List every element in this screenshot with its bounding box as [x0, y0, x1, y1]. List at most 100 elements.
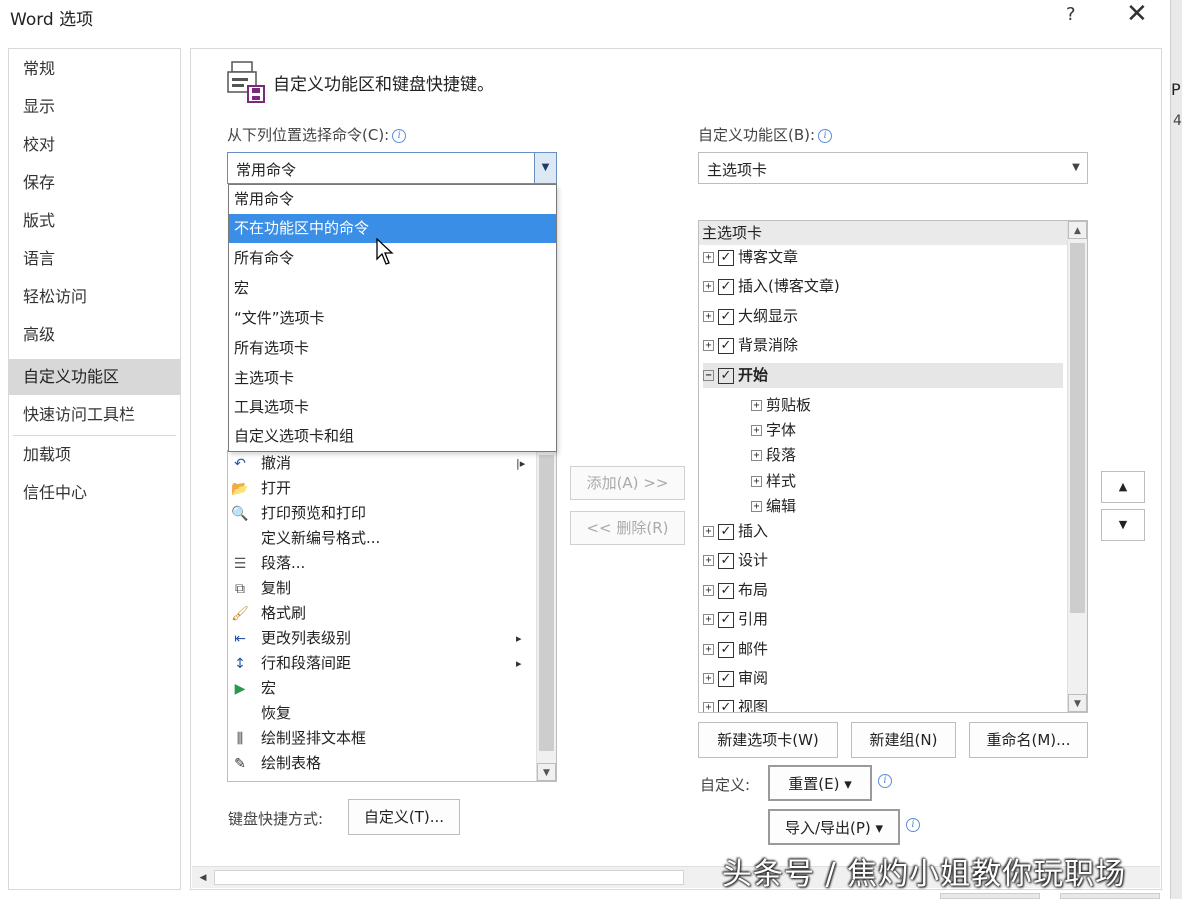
list-item[interactable]: 🖌 格式刷 [228, 601, 538, 626]
expand-icon[interactable]: + [703, 673, 714, 684]
tree-node-selected[interactable]: − ✓ 开始 [703, 363, 1063, 388]
nav-item-accessibility[interactable]: 轻松访问 [9, 279, 180, 315]
nav-item-proofing[interactable]: 校对 [9, 127, 180, 163]
expand-icon[interactable]: + [751, 476, 762, 487]
expand-icon[interactable]: + [703, 252, 714, 263]
tree-node[interactable]: + 编辑 [751, 494, 1051, 519]
reset-button[interactable]: 重置(E) ▾ [768, 765, 872, 801]
dropdown-option[interactable]: “文件”选项卡 [229, 304, 556, 333]
tree-node[interactable]: + ✓ 博客文章 [703, 245, 1067, 270]
nav-item-customize-ribbon[interactable]: 自定义功能区 [9, 359, 180, 395]
tree-node[interactable]: + ✓ 插入 [703, 519, 1067, 544]
scroll-left-button[interactable]: ◀ [194, 869, 212, 887]
tree-node[interactable]: + ✓ 审阅 [703, 666, 1067, 691]
nav-item-language[interactable]: 语言 [9, 241, 180, 277]
list-item[interactable]: ↕ 行和段落间距 ▸ [228, 651, 538, 676]
list-item[interactable]: 🔍 打印预览和打印 [228, 501, 538, 526]
expand-icon[interactable]: + [751, 400, 762, 411]
expand-icon[interactable]: + [703, 585, 714, 596]
cancel-button-edge[interactable] [1060, 893, 1160, 899]
collapse-icon[interactable]: − [703, 370, 714, 381]
expand-icon[interactable]: + [751, 450, 762, 461]
dropdown-option[interactable]: 常用命令 [229, 185, 556, 214]
nav-item-save[interactable]: 保存 [9, 165, 180, 201]
checkbox-checked-icon[interactable]: ✓ [718, 611, 734, 628]
tree-node[interactable]: + ✓ 邮件 [703, 637, 1067, 662]
expand-icon[interactable]: + [751, 425, 762, 436]
ribbon-tabs-tree[interactable]: 主选项卡 + ✓ 博客文章 + ✓ 插入(博客文章) + ✓ 大纲显示 + ✓ 背景消除 − ✓ 开… [698, 220, 1088, 713]
tree-node[interactable]: + ✓ 背景消除 [703, 333, 1067, 358]
expand-icon[interactable]: + [703, 340, 714, 351]
list-item[interactable]: ✎ 绘制表格 [228, 751, 538, 776]
checkbox-checked-icon[interactable]: ✓ [718, 582, 734, 599]
nav-item-quick-access-toolbar[interactable]: 快速访问工具栏 [9, 397, 180, 433]
list-item[interactable]: ▶ 宏 [228, 676, 538, 701]
commands-list[interactable]: ↶ 撤消 |▸ 📂 打开 🔍 打印预览和打印 定义新编号格式... ☰ 段落..… [227, 450, 557, 782]
expand-icon[interactable]: + [703, 614, 714, 625]
dropdown-option[interactable]: 所有选项卡 [229, 334, 556, 363]
new-tab-button[interactable]: 新建选项卡(W) [698, 722, 838, 758]
dropdown-option[interactable]: 自定义选项卡和组 [229, 422, 556, 451]
close-button[interactable]: ✕ [1126, 0, 1148, 28]
expand-icon[interactable]: + [703, 644, 714, 655]
list-item[interactable]: ☰ 段落... [228, 551, 538, 576]
checkbox-checked-icon[interactable]: ✓ [718, 337, 734, 354]
checkbox-checked-icon[interactable]: ✓ [718, 670, 734, 687]
ok-button-edge[interactable] [940, 893, 1040, 899]
nav-item-display[interactable]: 显示 [9, 89, 180, 125]
nav-item-advanced[interactable]: 高级 [9, 317, 180, 353]
tree-node[interactable]: + 字体 [751, 418, 1051, 443]
checkbox-checked-icon[interactable]: ✓ [718, 308, 734, 325]
add-button[interactable]: 添加(A) >> [570, 466, 685, 500]
new-group-button[interactable]: 新建组(N) [851, 722, 956, 758]
tree-node[interactable]: + ✓ 插入(博客文章) [703, 274, 1067, 299]
expand-icon[interactable]: + [703, 526, 714, 537]
list-item[interactable]: 定义新编号格式... [228, 526, 538, 551]
expand-icon[interactable]: + [703, 281, 714, 292]
tree-scrollbar[interactable]: ▲ ▼ [1067, 221, 1087, 712]
commands-scrollbar[interactable]: ▼ [536, 451, 556, 781]
tree-node[interactable]: + ✓ 布局 [703, 578, 1067, 603]
scroll-thumb[interactable] [539, 455, 554, 751]
scroll-up-button[interactable]: ▲ [1068, 221, 1087, 239]
scroll-thumb[interactable] [214, 870, 684, 885]
list-item[interactable]: ⫼ 绘制竖排文本框 [228, 726, 538, 751]
expand-icon[interactable]: + [751, 501, 762, 512]
choose-commands-combo[interactable]: 常用命令 ▼ [227, 152, 557, 184]
nav-item-addins[interactable]: 加载项 [9, 437, 180, 473]
dropdown-option[interactable]: 工具选项卡 [229, 393, 556, 422]
tree-node[interactable]: + ✓ 大纲显示 [703, 304, 1067, 329]
rename-button[interactable]: 重命名(M)... [969, 722, 1088, 758]
tree-node[interactable]: + ✓ 设计 [703, 548, 1067, 573]
checkbox-checked-icon[interactable]: ✓ [718, 278, 734, 295]
list-item[interactable]: ⇤ 更改列表级别 ▸ [228, 626, 538, 651]
list-item[interactable]: ↶ 撤消 |▸ [228, 451, 538, 476]
tree-node[interactable]: + ✓ 视图 [703, 695, 1067, 712]
checkbox-checked-icon[interactable]: ✓ [718, 552, 734, 569]
scroll-down-button[interactable]: ▼ [537, 763, 556, 781]
list-item[interactable]: 📂 打开 [228, 476, 538, 501]
expand-icon[interactable]: + [703, 555, 714, 566]
expand-icon[interactable]: + [703, 311, 714, 322]
help-button[interactable]: ? [1066, 4, 1076, 25]
tree-node[interactable]: + 样式 [751, 469, 1051, 494]
expand-icon[interactable]: + [703, 702, 714, 712]
chevron-down-icon[interactable]: ▼ [1065, 153, 1087, 183]
dropdown-option[interactable]: 宏 [229, 274, 556, 303]
tree-node[interactable]: + 段落 [751, 443, 1051, 468]
scroll-down-button[interactable]: ▼ [1068, 694, 1087, 712]
customize-ribbon-combo[interactable]: 主选项卡 ▼ [698, 152, 1088, 184]
checkbox-checked-icon[interactable]: ✓ [718, 523, 734, 540]
list-item[interactable]: ⧉ 复制 [228, 576, 538, 601]
scroll-thumb[interactable] [1070, 243, 1085, 613]
tree-node[interactable]: + ✓ 引用 [703, 607, 1067, 632]
tree-node[interactable]: + 剪贴板 [751, 393, 1051, 418]
remove-button[interactable]: << 删除(R) [570, 511, 685, 545]
nav-item-trust-center[interactable]: 信任中心 [9, 475, 180, 511]
chevron-down-icon[interactable]: ▼ [534, 153, 556, 183]
dropdown-option[interactable]: 主选项卡 [229, 364, 556, 393]
list-item[interactable]: 恢复 [228, 701, 538, 726]
checkbox-checked-icon[interactable]: ✓ [718, 699, 734, 712]
nav-item-general[interactable]: 常规 [9, 51, 180, 87]
customize-shortcut-button[interactable]: 自定义(T)... [348, 799, 460, 835]
